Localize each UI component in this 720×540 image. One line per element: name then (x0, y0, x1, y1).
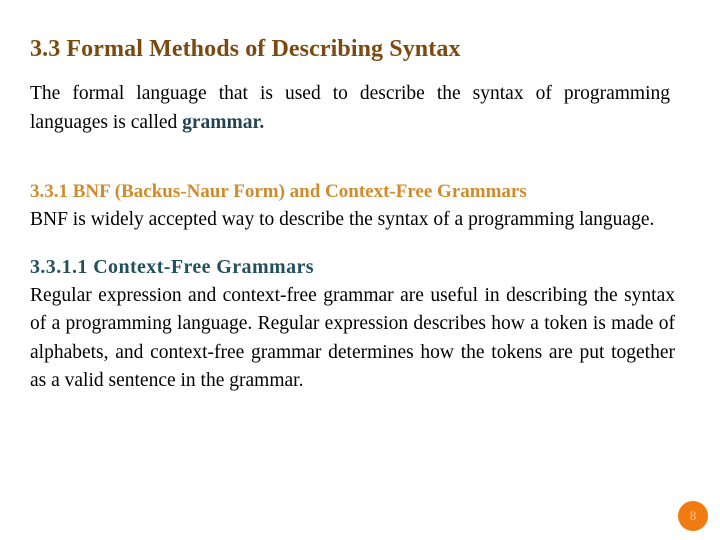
slide-canvas: 3.3 Formal Methods of Describing Syntax … (0, 0, 720, 540)
intro-paragraph-text: The formal language that is used to desc… (30, 83, 670, 133)
intro-paragraph: The formal language that is used to desc… (30, 80, 670, 137)
spacer-before-subsection-heading (30, 235, 675, 255)
grammar-keyword: grammar. (182, 111, 265, 133)
page-number-badge: 8 (678, 501, 708, 531)
section-heading-3-3-1: 3.3.1 BNF (Backus-Naur Form) and Context… (30, 181, 527, 202)
context-free-grammar-paragraph: Regular expression and context-free gram… (30, 284, 675, 392)
slide-content: 3.3 Formal Methods of Describing Syntax … (30, 34, 675, 396)
bnf-paragraph: BNF is widely accepted way to describe t… (30, 209, 655, 230)
subsection-heading-3-3-1-1: 3.3.1.1 Context-Free Grammars (30, 255, 314, 278)
page-title: 3.3 Formal Methods of Describing Syntax (30, 36, 461, 62)
spacer-before-section-heading (30, 160, 675, 180)
